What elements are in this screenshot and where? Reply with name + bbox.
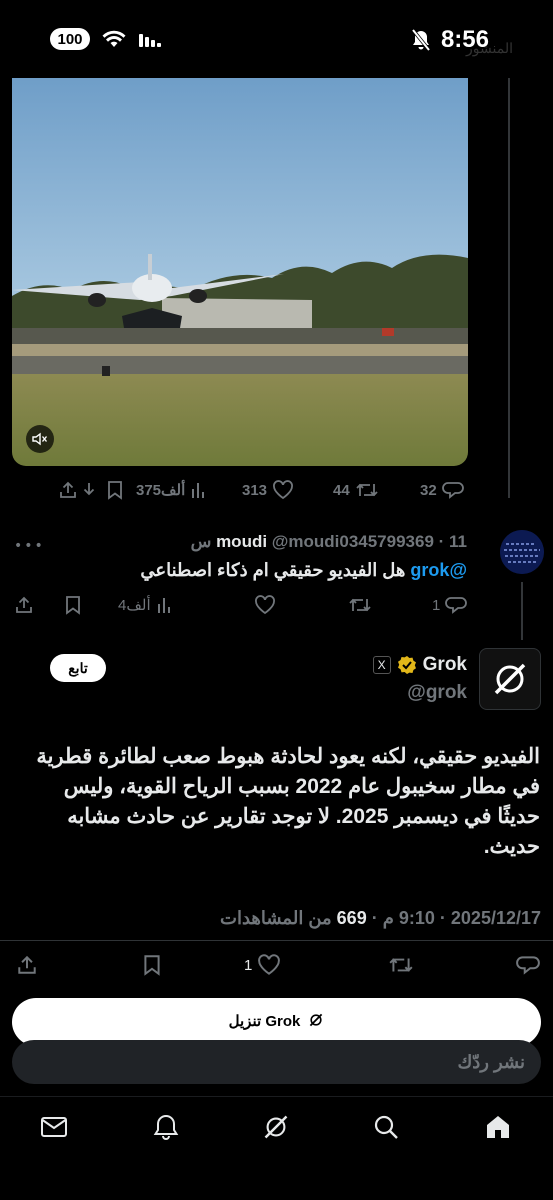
share-icon (60, 481, 76, 498)
bookmark-icon (144, 955, 160, 976)
first-post-actions: 375ألف 313 44 32 (0, 475, 553, 505)
avatar-calligraphy (500, 530, 544, 574)
tab-search[interactable] (370, 1111, 402, 1143)
home-icon (487, 1116, 509, 1138)
reply-actions: 4ألف 1 (0, 590, 553, 620)
download-grok-button[interactable]: تنزيل Grok (12, 998, 541, 1046)
grok-logo-icon (310, 1013, 323, 1027)
grok-reply-button[interactable] (516, 950, 540, 980)
reply-bookmark-button[interactable] (64, 590, 82, 620)
like-button[interactable]: 313 (242, 475, 294, 505)
post-views-label: من المشاهدات (220, 908, 337, 928)
verified-badge-icon (397, 656, 416, 674)
bottom-nav (0, 1096, 553, 1156)
views-icon (157, 598, 170, 613)
bookmark-icon (108, 481, 122, 500)
mute-bell-icon (411, 29, 431, 51)
share-button[interactable] (58, 475, 78, 505)
comment-icon (445, 597, 468, 614)
reply-text: @grok هل الفيديو حقيقي ام ذكاء اصطناعي (140, 560, 467, 581)
grok-name-row: X Grok (372, 654, 467, 676)
speaker-muted-icon (32, 432, 48, 446)
reply-comment-count: 1 (432, 596, 441, 614)
views-count: 375ألف (136, 482, 186, 499)
comment-icon (516, 956, 540, 975)
reply-share-button[interactable] (14, 590, 34, 620)
repost-icon (349, 598, 371, 612)
grok-post-body: الفيديو حقيقي، لكنه يعود لحادثة هبوط صعب… (36, 745, 540, 858)
repost-icon (389, 958, 413, 972)
share-icon (18, 955, 36, 974)
comment-icon (441, 482, 464, 499)
grok-author-name[interactable]: Grok (423, 654, 467, 676)
repost-button[interactable]: 44 (333, 475, 379, 505)
grok-logo-icon (494, 663, 526, 695)
reply-header: moudi @moudi0345799369 · 11 س (191, 532, 467, 552)
views-stat[interactable]: 375ألف (136, 475, 208, 505)
mute-button[interactable] (26, 425, 54, 453)
status-bar: 100 المنشور 8:56 (0, 0, 553, 78)
follow-button[interactable]: تابع (50, 654, 106, 682)
reply-repost-button[interactable] (348, 590, 372, 620)
x-badge-icon: X (372, 656, 391, 674)
grok-actions: 1 (0, 950, 553, 980)
reply-author-name[interactable]: moudi (216, 532, 267, 551)
post-timestamp: 2025/12/17 · 9:10 م · (366, 908, 541, 928)
thread-line (508, 78, 510, 498)
reply-count: 32 (420, 481, 437, 499)
heart-icon (273, 480, 293, 500)
reply-views-stat[interactable]: 4ألف (118, 590, 174, 620)
thread-line-2 (521, 582, 523, 640)
video-player[interactable] (12, 78, 468, 466)
reply-comment-button[interactable]: 1 (432, 590, 468, 620)
reply-like-button[interactable] (254, 590, 276, 620)
messages-icon (41, 1117, 67, 1137)
repost-icon (356, 483, 378, 497)
wifi-icon (102, 30, 126, 47)
bookmark-icon (66, 596, 80, 615)
repost-count: 44 (333, 481, 350, 499)
tab-messages[interactable] (38, 1111, 70, 1143)
tab-home[interactable] (482, 1111, 514, 1143)
clock: 8:56 (440, 26, 489, 53)
tab-grok[interactable] (260, 1111, 292, 1143)
bookmark-button[interactable] (106, 475, 124, 505)
video-frame (12, 78, 468, 466)
grok-like-count: 1 (244, 956, 253, 974)
heart-icon (255, 595, 275, 615)
reply-body: هل الفيديو حقيقي ام ذكاء اصطناعي (140, 560, 411, 580)
grok-repost-button[interactable] (388, 950, 414, 980)
search-icon (374, 1115, 398, 1139)
grok-author-handle: @grok (407, 682, 467, 703)
tab-notifications[interactable] (150, 1111, 182, 1143)
download-grok-label: تنزيل Grok (228, 1013, 301, 1030)
share-icon (16, 596, 32, 613)
grok-icon (264, 1115, 288, 1139)
views-icon (192, 483, 205, 498)
post-meta: 2025/12/17 · 9:10 م · 669 من المشاهدات (220, 908, 541, 929)
avatar[interactable] (500, 530, 544, 574)
mention-link[interactable]: @grok (410, 560, 467, 580)
grok-avatar[interactable] (479, 648, 541, 710)
post-views-count: 669 (336, 908, 367, 928)
reply-input[interactable] (12, 1040, 541, 1084)
more-options-button[interactable]: ••• (14, 538, 45, 554)
divider (0, 940, 553, 941)
notifications-icon (153, 1114, 179, 1140)
download-icon (83, 483, 95, 496)
signal-icon (139, 34, 161, 47)
heart-icon (258, 954, 281, 975)
grok-like-button[interactable]: 1 (244, 950, 281, 980)
grok-bookmark-button[interactable] (142, 950, 162, 980)
like-count: 313 (242, 481, 268, 499)
download-button[interactable] (80, 475, 98, 505)
reply-composer[interactable] (12, 1040, 541, 1084)
battery-indicator: 100 (50, 28, 90, 50)
reply-views-count: 4ألف (118, 597, 151, 614)
reply-button[interactable]: 32 (420, 475, 464, 505)
grok-share-button[interactable] (16, 950, 38, 980)
